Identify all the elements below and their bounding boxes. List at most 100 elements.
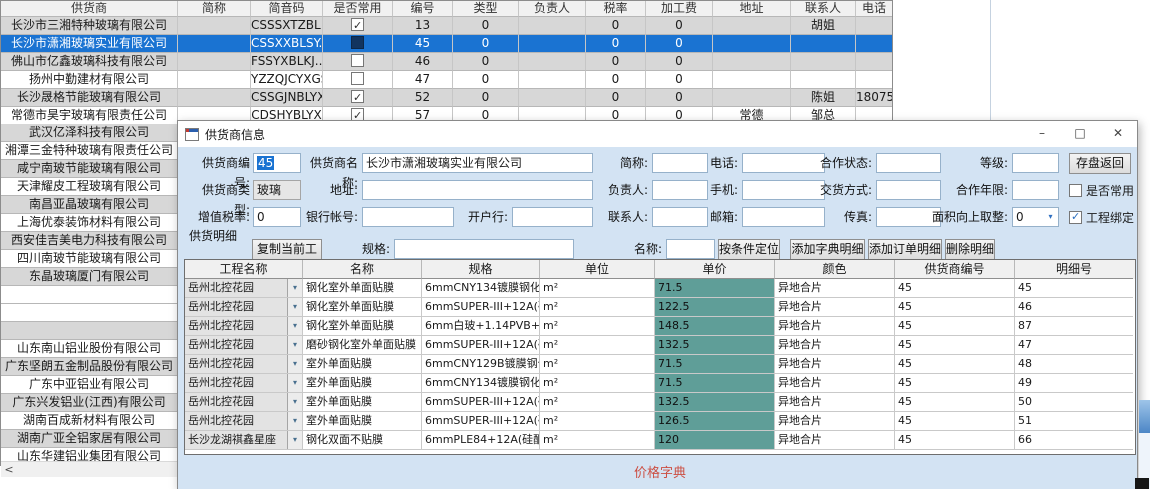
combo-dropdown-icon[interactable] — [287, 279, 302, 297]
project-cell[interactable]: 岳州北控花园 — [185, 279, 303, 298]
grid-row[interactable]: 岳州北控花园 室外单面贴膜 6mmSUPER-III+12A(硅... m² 1… — [185, 412, 1135, 431]
supplier-table-row[interactable]: 扬州中勤建材有限公司 YZZQJCYXGS 47 0 0 0 — [1, 71, 892, 89]
row-checkbox[interactable] — [351, 54, 364, 67]
supplier-table-column-header[interactable]: 加工费 — [646, 1, 713, 17]
supplier-list-item[interactable]: 西安佳吉美电力科技有限公司 — [1, 232, 177, 250]
copy-current-project-button[interactable]: 复制当前工程 — [252, 239, 322, 260]
grade-input[interactable] — [1012, 153, 1059, 173]
supplier-list-item[interactable] — [1, 286, 177, 304]
supplier-list-item[interactable] — [1, 322, 177, 340]
supplier-list-item[interactable]: 广东中亚铝业有限公司 — [1, 376, 177, 394]
supplier-table-column-header[interactable]: 税率 — [586, 1, 646, 17]
cell-unit-price[interactable]: 148.5 — [655, 317, 775, 336]
grid-row[interactable]: 岳州北控花园 钢化室外单面贴膜 6mmCNY134镀膜钢化 m² 71.5 异地… — [185, 279, 1135, 298]
grid-column-header[interactable]: 工程名称 — [185, 260, 303, 279]
supplier-list-item[interactable]: 广东兴发铝业(江西)有限公司 — [1, 394, 177, 412]
grid-row[interactable]: 长沙龙湖祺鑫星座 钢化双面不贴膜 6mmPLE84+12A(硅酮胶... m² … — [185, 431, 1135, 450]
supplier-list-item[interactable]: 山东南山铝业股份有限公司 — [1, 340, 177, 358]
row-checkbox[interactable] — [351, 108, 364, 121]
locate-by-condition-button[interactable]: 按条件定位 — [718, 239, 780, 260]
supplier-table-row[interactable]: 长沙市三湘特种玻璃有限公司 CSSSXTZBL... 13 0 0 0 胡姐 — [1, 17, 892, 35]
scrollbar-up-icon[interactable]: ^ — [876, 1, 884, 12]
supplier-list-item[interactable]: 广东坚朗五金制品股份有限公司 — [1, 358, 177, 376]
checkbox[interactable] — [1069, 211, 1082, 224]
supplier-no-input[interactable]: 45 — [253, 153, 301, 173]
cell-unit-price[interactable]: 71.5 — [655, 279, 775, 298]
grid-column-header[interactable]: 单价 — [655, 260, 775, 279]
horizontal-scrollbar[interactable]: < — [1, 461, 177, 477]
delete-detail-button[interactable]: 删除明细 — [945, 239, 995, 260]
supplier-list-item[interactable]: 湖南百成新材料有限公司 — [1, 412, 177, 430]
project-cell[interactable]: 岳州北控花园 — [185, 374, 303, 393]
supplier-list-item[interactable]: 上海优泰装饰材料有限公司 — [1, 214, 177, 232]
grid-column-header[interactable]: 规格 — [422, 260, 540, 279]
project-cell[interactable]: 岳州北控花园 — [185, 393, 303, 412]
grid-row[interactable]: 岳州北控花园 钢化室外单面贴膜 6mm白玻+1.14PVB+6mm... m² … — [185, 317, 1135, 336]
grid-row[interactable]: 岳州北控花园 室外单面贴膜 6mmCNY129B镀膜钢化 m² 71.5 异地合… — [185, 355, 1135, 374]
supplier-list-item[interactable]: 南昌亚晶玻璃有限公司 — [1, 196, 177, 214]
row-checkbox[interactable] — [351, 18, 364, 31]
often-used-checkbox[interactable]: 是否常用 — [1069, 180, 1134, 200]
project-cell[interactable]: 岳州北控花园 — [185, 317, 303, 336]
maximize-icon[interactable]: □ — [1061, 121, 1099, 147]
spec-filter-input[interactable] — [394, 239, 574, 259]
supplier-list-item[interactable]: 东晶玻璃厦门有限公司 — [1, 268, 177, 286]
grid-column-header[interactable]: 明细号 — [1015, 260, 1133, 279]
scroll-left-icon[interactable]: < — [1, 462, 17, 477]
supplier-table-row[interactable]: 佛山市亿鑫玻璃科技有限公司 FSSYXBLKJ... 46 0 0 0 — [1, 53, 892, 71]
cell-unit-price[interactable]: 132.5 — [655, 336, 775, 355]
address-input[interactable] — [362, 180, 593, 200]
row-checkbox[interactable] — [351, 36, 364, 49]
cell-unit-price[interactable]: 71.5 — [655, 355, 775, 374]
supplier-table-column-header[interactable]: 类型 — [453, 1, 519, 17]
project-cell[interactable]: 岳州北控花园 — [185, 412, 303, 431]
supplier-table-row[interactable]: 长沙晟格节能玻璃有限公司 CSSGJNBLYXGS 52 0 0 0 陈姐 18… — [1, 89, 892, 107]
supplier-table-column-header[interactable]: 编号 — [393, 1, 453, 17]
combo-dropdown-icon[interactable] — [287, 317, 302, 335]
supplier-list-item[interactable] — [1, 304, 177, 322]
supplier-table-column-header[interactable]: 简称 — [178, 1, 251, 17]
supplier-list-item[interactable]: 湖南广亚全铝家居有限公司 — [1, 430, 177, 448]
project-cell[interactable]: 岳州北控花园 — [185, 336, 303, 355]
supplier-table-column-header[interactable]: 供货商 — [1, 1, 178, 17]
supplier-type-input[interactable]: 玻璃 — [253, 180, 301, 200]
supplier-table-column-header[interactable]: 地址 — [713, 1, 791, 17]
project-cell[interactable]: 岳州北控花园 — [185, 355, 303, 374]
combo-dropdown-icon[interactable] — [287, 336, 302, 354]
grid-column-header[interactable]: 单位 — [540, 260, 655, 279]
grid-row[interactable]: 岳州北控花园 室外单面贴膜 6mmSUPER-III+12A(硅... m² 1… — [185, 393, 1135, 412]
supplier-table-column-header[interactable]: 电话 — [856, 1, 892, 17]
supplier-name-input[interactable]: 长沙市潇湘玻璃实业有限公司 — [362, 153, 593, 173]
supplier-list-item[interactable]: 四川南玻节能玻璃有限公司 — [1, 250, 177, 268]
supplier-table-column-header[interactable]: 联系人 — [791, 1, 856, 17]
supplier-list-item[interactable]: 武汉亿泽科技有限公司 — [1, 124, 177, 142]
supplier-list-item[interactable]: 湘潭三金特种玻璃有限责任公司 — [1, 142, 177, 160]
name-filter-input[interactable] — [666, 239, 715, 259]
project-cell[interactable]: 岳州北控花园 — [185, 298, 303, 317]
grid-row[interactable]: 岳州北控花园 钢化室外单面贴膜 6mmSUPER-III+12A(硅... m²… — [185, 298, 1135, 317]
grid-column-header[interactable]: 颜色 — [775, 260, 895, 279]
add-dict-detail-button[interactable]: 添加字典明细 — [790, 239, 865, 260]
supplier-table-row[interactable]: 长沙市潇湘玻璃实业有限公司 CSSXXBLSY... 45 0 0 0 — [1, 35, 892, 53]
row-checkbox[interactable] — [351, 90, 364, 103]
row-checkbox[interactable] — [351, 72, 364, 85]
project-cell[interactable]: 长沙龙湖祺鑫星座 — [185, 431, 303, 450]
area-round-up-combo[interactable]: 0▾ — [1012, 207, 1059, 227]
supplier-table-column-header[interactable]: 简音码 — [251, 1, 323, 17]
combo-dropdown-icon[interactable] — [287, 355, 302, 373]
minimize-icon[interactable]: – — [1023, 121, 1061, 147]
add-order-detail-button[interactable]: 添加订单明细 — [868, 239, 942, 260]
chevron-down-icon[interactable]: ▾ — [1044, 209, 1057, 225]
grid-row[interactable]: 岳州北控花园 室外单面贴膜 6mmCNY134镀膜钢化 m² 71.5 异地合片… — [185, 374, 1135, 393]
supplier-table-column-header[interactable]: 是否常用 — [323, 1, 393, 17]
close-icon[interactable]: ✕ — [1099, 121, 1137, 147]
combo-dropdown-icon[interactable] — [287, 412, 302, 430]
combo-dropdown-icon[interactable] — [287, 393, 302, 411]
cell-unit-price[interactable]: 71.5 — [655, 374, 775, 393]
vat-rate-input[interactable]: 0 — [253, 207, 301, 227]
cell-unit-price[interactable]: 132.5 — [655, 393, 775, 412]
bank-name-input[interactable] — [512, 207, 593, 227]
cell-unit-price[interactable]: 126.5 — [655, 412, 775, 431]
grid-column-header[interactable]: 名称 — [303, 260, 422, 279]
supplier-list-item[interactable]: 天津耀皮工程玻璃有限公司 — [1, 178, 177, 196]
